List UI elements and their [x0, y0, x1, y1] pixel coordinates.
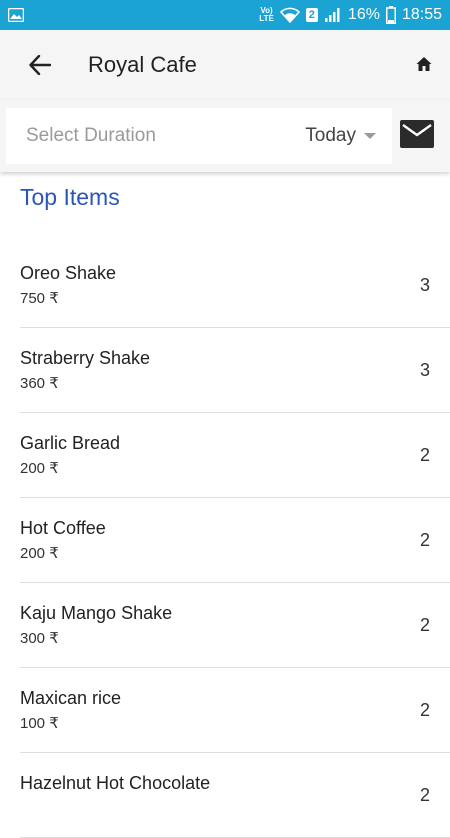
signal-icon: [324, 7, 342, 23]
item-quantity: 2: [419, 700, 430, 720]
item-name: Hot Coffee: [20, 518, 106, 538]
battery-icon: [385, 6, 396, 24]
item-quantity: 2: [419, 785, 430, 805]
status-bar-right: Vo) LTE 2 16% 18:55: [259, 6, 442, 24]
duration-label: Select Duration: [26, 125, 156, 146]
item-quantity: 2: [419, 445, 430, 465]
item-name: Oreo Shake: [20, 263, 117, 283]
page-title: Royal Cafe: [88, 52, 197, 77]
list-item[interactable]: Garlic Bread 200 ₹ 2: [20, 413, 450, 498]
list-item[interactable]: Oreo Shake 750 ₹ 3: [20, 243, 450, 328]
item-price: 200 ₹: [20, 460, 59, 477]
item-name: Hazelnut Hot Chocolate: [20, 773, 211, 793]
image-icon: [8, 8, 24, 22]
battery-percent: 16%: [347, 6, 380, 23]
app-bar: Royal Cafe: [0, 30, 450, 100]
status-bar-left: [8, 8, 24, 22]
item-price: 200 ₹: [20, 545, 59, 562]
section-title: Top Items: [20, 184, 120, 210]
item-price: 360 ₹: [20, 375, 59, 392]
item-price: 750 ₹: [20, 290, 59, 307]
home-icon: [416, 57, 432, 71]
wifi-icon: [279, 7, 300, 23]
sim-badge: 2: [305, 8, 318, 22]
item-quantity: 2: [419, 615, 430, 635]
volte-indicator: Vo) LTE: [259, 6, 274, 23]
mail-button[interactable]: [400, 120, 434, 148]
item-quantity: 3: [419, 360, 430, 380]
list-item[interactable]: Maxican rice 100 ₹ 2: [20, 668, 450, 753]
status-bar: Vo) LTE 2 16% 18:55: [0, 0, 450, 30]
item-name: Straberry Shake: [20, 348, 151, 368]
list-item[interactable]: Hot Coffee 200 ₹ 2: [20, 498, 450, 583]
item-quantity: 3: [419, 275, 430, 295]
mail-icon: [400, 120, 434, 148]
back-button[interactable]: [22, 47, 58, 83]
duration-value: Today: [305, 125, 356, 146]
list-item[interactable]: Straberry Shake 360 ₹ 3: [20, 328, 450, 413]
home-button[interactable]: [412, 52, 436, 76]
status-time: 18:55: [401, 6, 442, 23]
item-name: Garlic Bread: [20, 433, 121, 453]
top-items-list: Oreo Shake 750 ₹ 3 Straberry Shake 360 ₹…: [0, 243, 450, 838]
item-price: 300 ₹: [20, 630, 59, 647]
arrow-left-icon: [29, 55, 51, 75]
duration-select[interactable]: Select Duration Today: [6, 108, 392, 164]
item-quantity: 2: [419, 530, 430, 550]
filter-bar: Select Duration Today: [0, 100, 450, 172]
item-name: Kaju Mango Shake: [20, 603, 173, 623]
dropdown-arrow-icon: [364, 133, 376, 139]
item-name: Maxican rice: [20, 688, 122, 708]
item-price: 100 ₹: [20, 715, 59, 732]
list-item[interactable]: Hazelnut Hot Chocolate 2: [20, 753, 450, 838]
list-item[interactable]: Kaju Mango Shake 300 ₹ 2: [20, 583, 450, 668]
